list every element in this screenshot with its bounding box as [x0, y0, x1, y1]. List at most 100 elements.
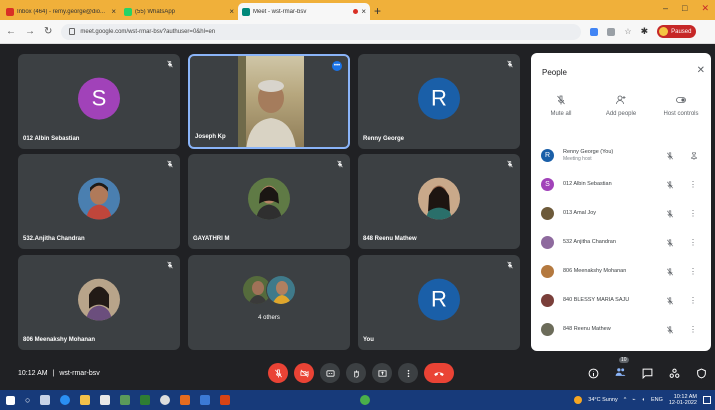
- panel-title: People: [542, 68, 567, 77]
- tab-whatsapp[interactable]: (55) WhatsApp ×: [120, 3, 238, 20]
- self-tile[interactable]: R You: [358, 255, 520, 350]
- present-icon: [377, 369, 387, 377]
- tab-close-icon[interactable]: ×: [111, 7, 116, 16]
- shield-icon[interactable]: [696, 368, 707, 379]
- camera-icon[interactable]: [590, 27, 599, 36]
- tab-gmail[interactable]: Inbox (464) - remy.george@dio... ×: [2, 3, 120, 20]
- folder-icon[interactable]: [80, 395, 91, 405]
- people-button[interactable]: 10: [615, 357, 629, 382]
- close-icon[interactable]: ✕: [697, 65, 705, 76]
- chrome-icon[interactable]: [160, 395, 171, 405]
- mic-off-icon: [274, 368, 282, 378]
- app-icon[interactable]: [140, 395, 151, 405]
- leave-call-button[interactable]: [424, 363, 454, 383]
- present-button[interactable]: [372, 363, 392, 383]
- info-icon[interactable]: [588, 368, 599, 379]
- mic-off-icon[interactable]: [666, 238, 674, 247]
- mic-off-icon[interactable]: [666, 325, 674, 334]
- avatar: R: [418, 77, 460, 120]
- minimize-button[interactable]: –: [663, 3, 668, 14]
- reload-icon[interactable]: ↻: [44, 26, 52, 37]
- activities-icon[interactable]: [669, 368, 680, 379]
- lang-indicator[interactable]: ENG: [651, 397, 663, 403]
- maximize-button[interactable]: □: [682, 3, 687, 14]
- more-options-button[interactable]: [398, 363, 418, 383]
- close-window-button[interactable]: ✕: [701, 3, 709, 14]
- list-item[interactable]: 848 Reenu Mathew ⋮: [531, 315, 711, 344]
- separator: |: [52, 369, 55, 377]
- participant-count-badge: 10: [619, 357, 629, 363]
- mic-off-icon[interactable]: [666, 209, 674, 218]
- more-vert-icon[interactable]: ⋮: [689, 267, 697, 276]
- more-vert-icon[interactable]: ⋮: [689, 325, 697, 334]
- app-icon[interactable]: [200, 395, 211, 405]
- pin-icon[interactable]: [690, 151, 698, 160]
- search-icon[interactable]: ○: [25, 395, 30, 405]
- notifications-icon[interactable]: [703, 396, 711, 404]
- mic-off-icon[interactable]: [666, 267, 674, 276]
- participant-tile[interactable]: R Renny George: [358, 54, 520, 149]
- bookmark-star-icon[interactable]: ☆: [624, 27, 631, 36]
- participant-tile[interactable]: 532.Anjitha Chandran: [18, 154, 180, 249]
- more-options-icon[interactable]: •••: [332, 61, 342, 71]
- participant-tile[interactable]: ••• Joseph Kp: [188, 54, 350, 149]
- mic-off-icon[interactable]: [666, 296, 674, 305]
- more-vert-icon[interactable]: ⋮: [689, 296, 697, 305]
- participant-tile-group[interactable]: 4 others: [188, 255, 350, 350]
- app-icon[interactable]: [180, 395, 191, 405]
- tray-arrow-icon[interactable]: ^: [624, 397, 627, 403]
- volume-icon[interactable]: ◖: [642, 397, 645, 403]
- profile-button[interactable]: Paused: [657, 25, 697, 38]
- host-controls-button[interactable]: Host controls: [654, 95, 709, 117]
- mic-off-icon: [507, 60, 513, 68]
- back-arrow-icon[interactable]: ←: [6, 26, 16, 37]
- list-item[interactable]: 013 Amal Joy ⋮: [531, 199, 711, 228]
- edge-icon[interactable]: [60, 395, 71, 405]
- meet-favicon-icon: [242, 7, 250, 16]
- whatsapp-favicon-icon: [124, 7, 132, 16]
- app-icon[interactable]: [220, 395, 231, 405]
- mic-off-icon[interactable]: [666, 180, 674, 189]
- participant-tile[interactable]: GAYATHRI M: [188, 154, 350, 249]
- list-item[interactable]: S 012 Albin Sebastian ⋮: [531, 170, 711, 199]
- more-vert-icon[interactable]: ⋮: [689, 209, 697, 218]
- mic-off-icon[interactable]: [666, 151, 674, 160]
- forward-arrow-icon[interactable]: →: [25, 26, 35, 37]
- list-item[interactable]: 840 BLESSY MARIA SAJU ⋮: [531, 286, 711, 315]
- add-people-button[interactable]: Add people: [594, 95, 649, 117]
- raise-hand-button[interactable]: [346, 363, 366, 383]
- recording-dot-icon: [353, 9, 359, 14]
- mic-toggle-button[interactable]: [268, 363, 288, 383]
- avatar: [541, 323, 554, 336]
- clock[interactable]: 10:12 AM 12-01-2022: [669, 394, 697, 406]
- app-icon[interactable]: [120, 395, 131, 405]
- windows-start-icon[interactable]: [6, 395, 15, 405]
- tab-close-icon[interactable]: ×: [361, 7, 366, 16]
- profile-status: Paused: [671, 28, 692, 35]
- new-tab-button[interactable]: +: [374, 4, 381, 18]
- puzzle-icon[interactable]: ✱: [641, 26, 649, 37]
- weather-text[interactable]: 34°C Sunny: [588, 397, 617, 403]
- network-icon[interactable]: ⌁: [632, 397, 635, 403]
- tab-close-icon[interactable]: ×: [229, 7, 234, 16]
- store-icon[interactable]: [100, 395, 111, 405]
- list-item[interactable]: 532 Anjitha Chandran ⋮: [531, 228, 711, 257]
- list-item[interactable]: 806 Meenakshy Mohanan ⋮: [531, 257, 711, 286]
- more-vert-icon[interactable]: ⋮: [689, 238, 697, 247]
- more-vert-icon[interactable]: ⋮: [689, 180, 697, 189]
- extension-icon[interactable]: [607, 27, 616, 36]
- chat-icon[interactable]: [642, 368, 653, 379]
- participant-tile[interactable]: 848 Reenu Mathew: [358, 154, 520, 249]
- tab-meet[interactable]: Meet - wst-rmar-bsv ×: [238, 3, 370, 20]
- list-item[interactable]: R Renny George (You) Meeting host: [531, 141, 711, 170]
- url-bar[interactable]: meet.google.com/wst-rmar-bsv?authuser=0&…: [61, 23, 582, 40]
- mute-all-button[interactable]: Mute all: [534, 95, 589, 117]
- participant-tile[interactable]: S 012 Albin Sebastian: [18, 54, 180, 149]
- captions-button[interactable]: [320, 363, 340, 383]
- camera-toggle-button[interactable]: [294, 363, 314, 383]
- task-view-icon[interactable]: [40, 395, 51, 405]
- gmail-favicon-icon: [6, 7, 14, 16]
- participant-entry: Renny George (You) Meeting host: [563, 149, 658, 163]
- participant-tile[interactable]: 806 Meenakshy Mohanan: [18, 255, 180, 350]
- app-icon[interactable]: [360, 395, 371, 405]
